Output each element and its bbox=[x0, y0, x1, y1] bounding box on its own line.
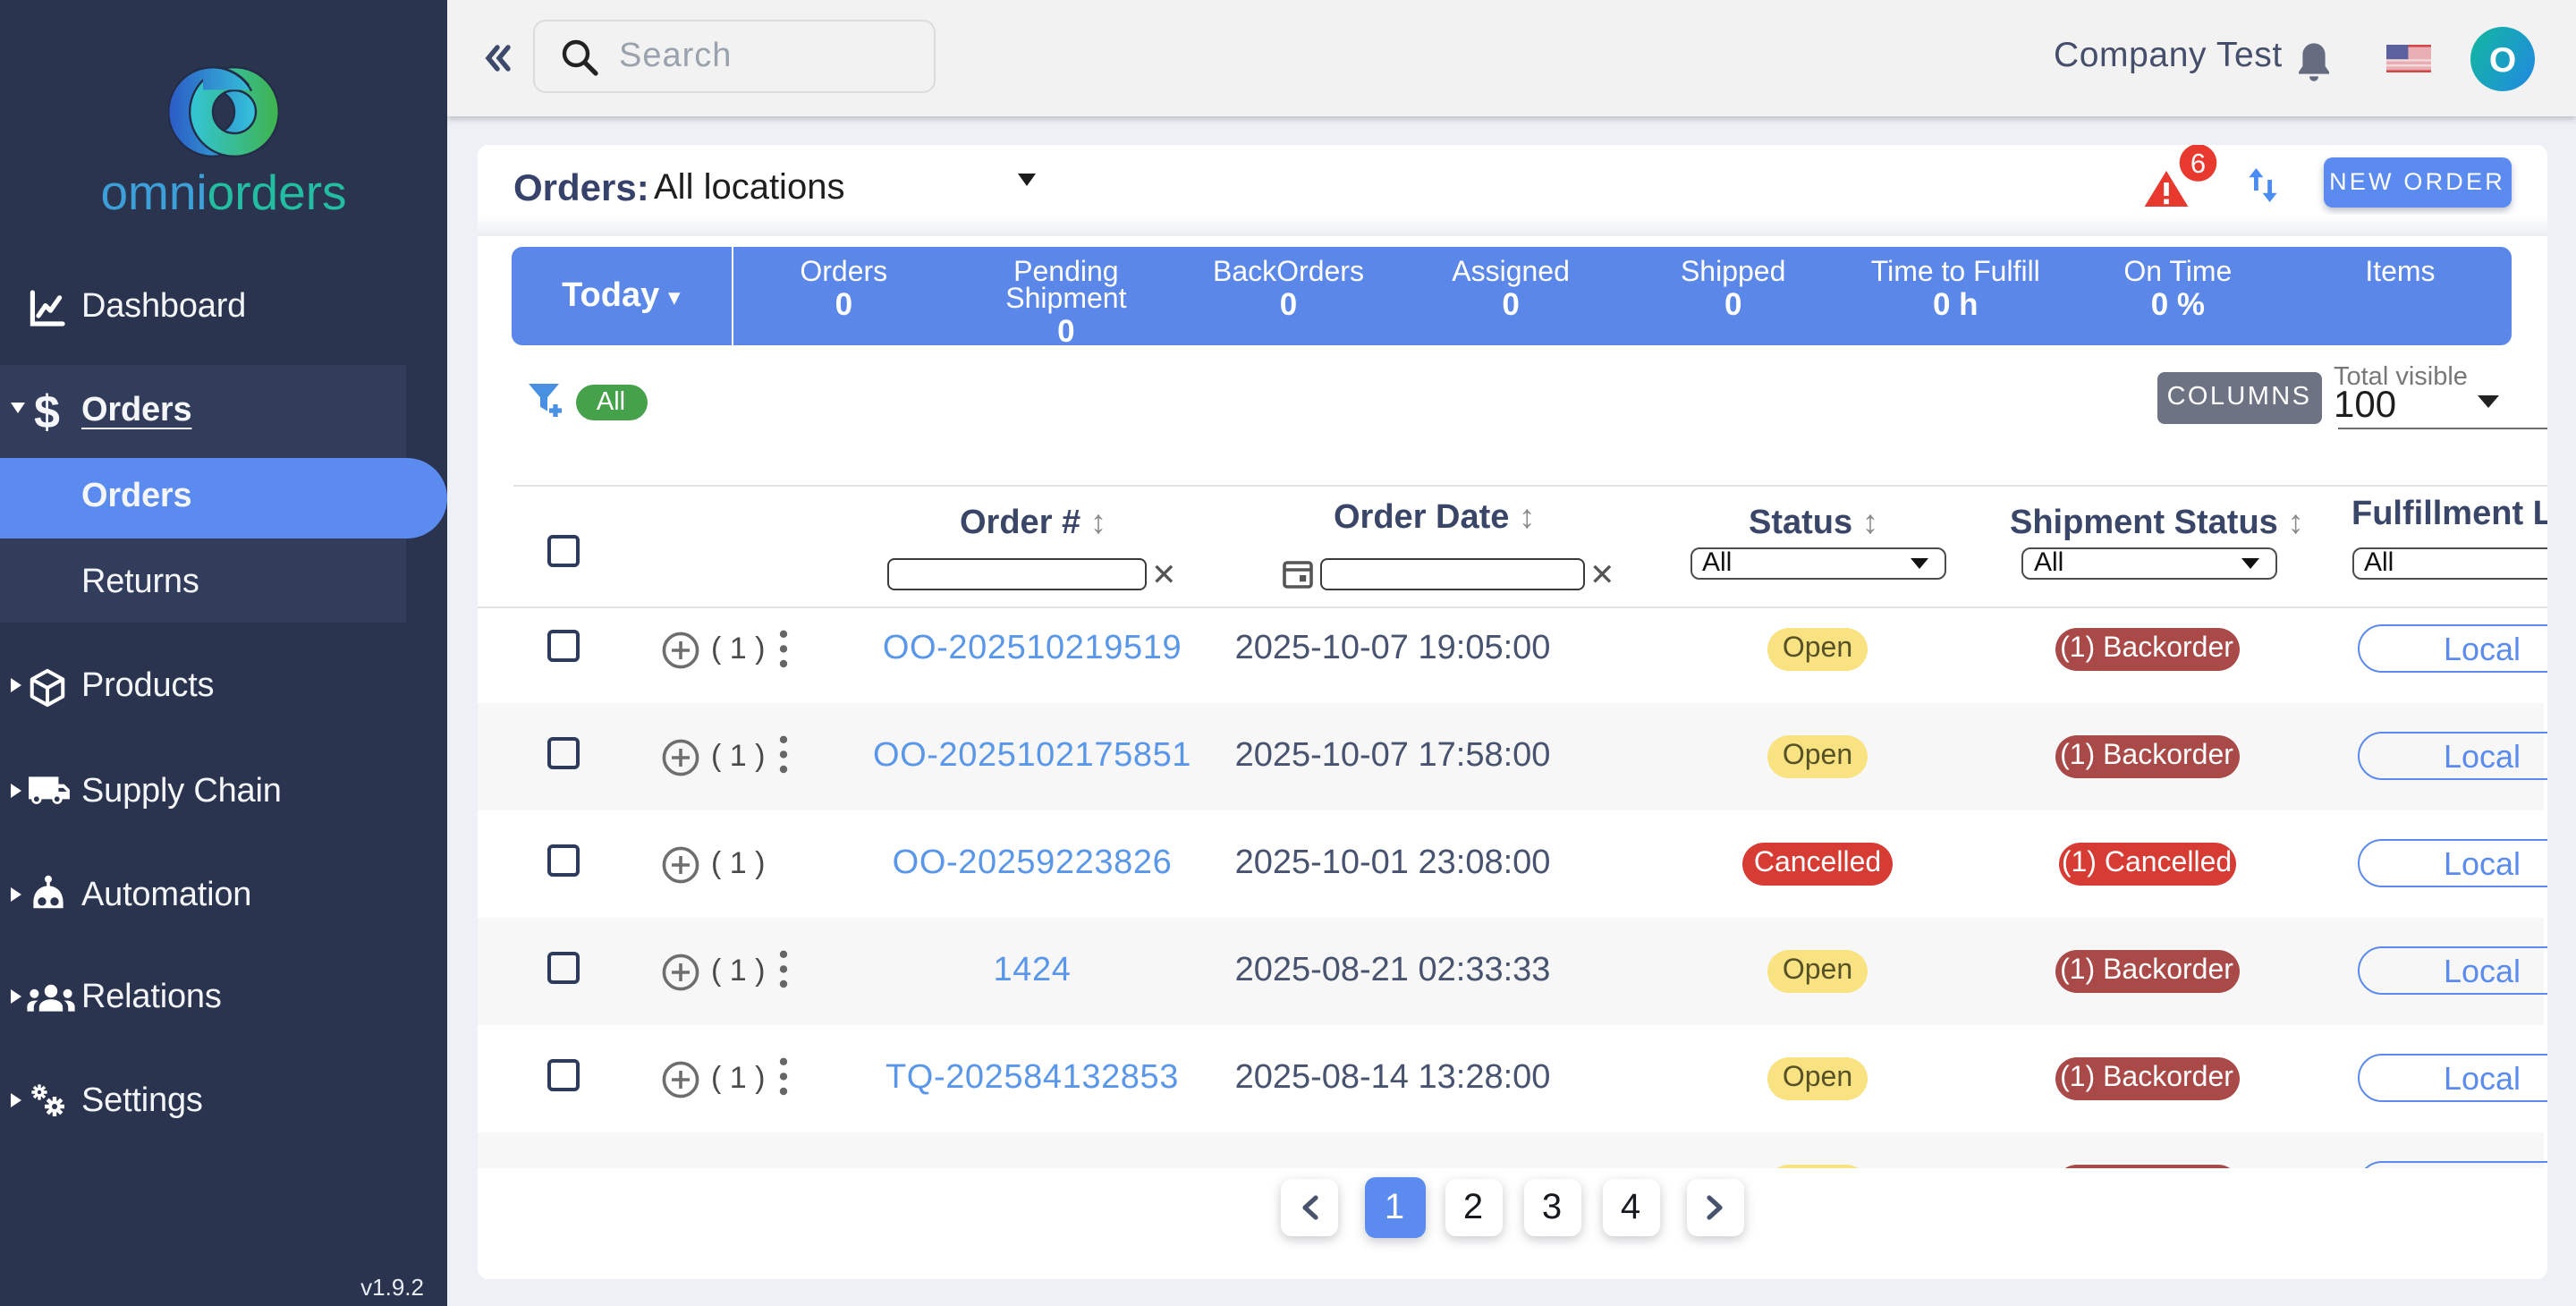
svg-text:6: 6 bbox=[2190, 147, 2205, 178]
svg-text:O: O bbox=[2489, 40, 2516, 79]
